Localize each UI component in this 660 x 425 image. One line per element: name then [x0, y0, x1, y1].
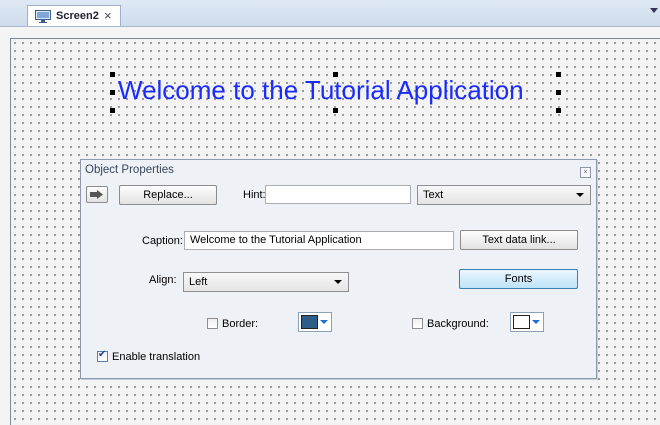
panel-close-icon[interactable]: ×	[580, 167, 591, 178]
border-label: Border:	[222, 318, 259, 330]
screen-icon	[35, 10, 51, 23]
type-dropdown[interactable]: Text	[417, 185, 591, 205]
replace-button[interactable]: Replace...	[119, 185, 217, 205]
chevron-down-icon	[320, 320, 328, 324]
replace-arrow-button[interactable]	[86, 186, 108, 203]
tab-strip: Screen2 ×	[0, 0, 660, 27]
chevron-down-icon	[532, 320, 540, 324]
hint-input[interactable]	[265, 185, 411, 204]
selection-handle-bottom-right[interactable]	[556, 108, 561, 113]
selection-handle-middle-right[interactable]	[556, 90, 561, 95]
background-checkbox[interactable]	[412, 318, 423, 329]
selection-handle-bottom-left[interactable]	[110, 108, 115, 113]
align-label: Align:	[149, 274, 177, 286]
align-dropdown[interactable]: Left	[183, 272, 349, 292]
border-checkbox[interactable]	[207, 318, 218, 329]
selection-handle-top-right[interactable]	[556, 72, 561, 77]
arrow-right-icon	[90, 190, 103, 199]
chevron-down-icon	[576, 193, 584, 197]
object-properties-panel: Object Properties × Replace... Hint: Tex…	[80, 159, 597, 379]
chevron-down-icon	[334, 280, 342, 284]
border-color-picker[interactable]	[298, 312, 332, 332]
enable-translation-checkbox[interactable]	[97, 349, 108, 362]
selection-handle-middle-left[interactable]	[110, 90, 115, 95]
fonts-button[interactable]: Fonts	[459, 269, 578, 289]
caption-input[interactable]: Welcome to the Tutorial Application	[184, 231, 454, 250]
background-color-picker[interactable]	[510, 312, 544, 332]
text-data-link-button[interactable]: Text data link...	[460, 230, 578, 250]
hint-label: Hint:	[243, 189, 266, 201]
selection-handle-top-left[interactable]	[110, 72, 115, 77]
type-dropdown-value: Text	[423, 189, 444, 201]
welcome-text-object[interactable]: Welcome to the Tutorial Application	[118, 74, 524, 106]
tab-close-icon[interactable]: ×	[104, 8, 112, 24]
selection-handle-top-center[interactable]	[333, 72, 338, 77]
background-color-swatch	[513, 315, 530, 329]
panel-title: Object Properties	[85, 164, 174, 176]
tab-list-dropdown-icon[interactable]	[650, 8, 658, 13]
tab-screen2[interactable]: Screen2 ×	[27, 5, 121, 26]
enable-translation-label: Enable translation	[112, 351, 201, 363]
selection-handle-bottom-center[interactable]	[333, 108, 338, 113]
align-dropdown-value: Left	[189, 276, 208, 288]
background-label: Background:	[427, 318, 489, 330]
tab-label: Screen2	[56, 10, 99, 22]
border-color-swatch	[301, 315, 318, 329]
caption-label: Caption:	[142, 235, 183, 247]
